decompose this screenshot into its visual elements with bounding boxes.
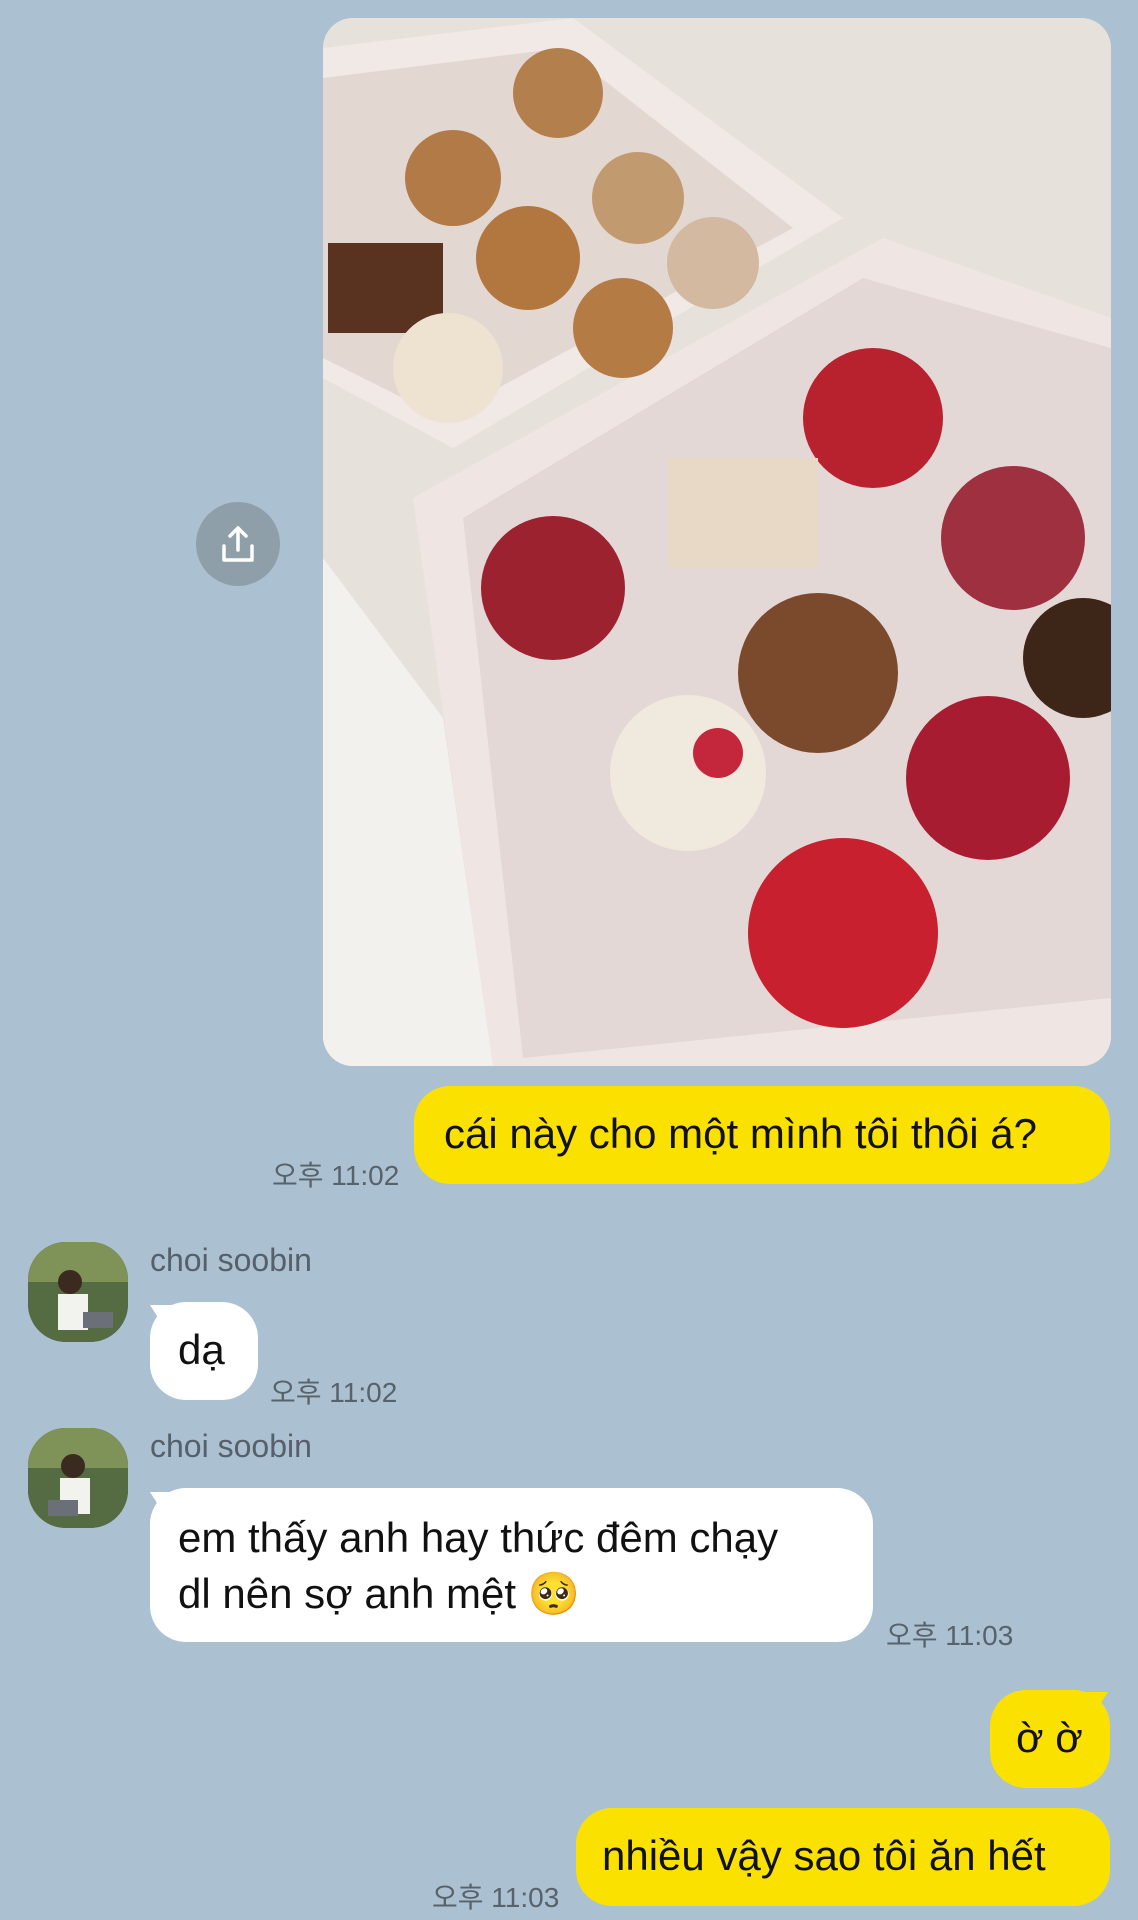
avatar[interactable] [28,1242,128,1342]
share-button[interactable] [196,502,280,586]
profile-photo [28,1242,128,1342]
message-text: cái này cho một mình tôi thôi á? [444,1110,1037,1157]
their-message-bubble[interactable]: dạ [150,1302,258,1400]
message-timestamp: 오후 11:02 [270,1377,398,1408]
message-text-line: dl nên sợ anh mệt 🥺 [178,1566,873,1622]
shared-photo[interactable] [323,18,1111,1066]
share-icon [222,526,254,562]
message-timestamp: 오후 11:03 [432,1882,560,1913]
message-text: nhiều vậy sao tôi ăn hết [602,1832,1046,1879]
message-timestamp: 오후 11:03 [886,1620,1014,1651]
avatar[interactable] [28,1428,128,1528]
sender-name: choi soobin [150,1428,312,1464]
my-message-bubble[interactable]: nhiều vậy sao tôi ăn hết [576,1808,1110,1906]
message-timestamp: 오후 11:02 [272,1160,400,1191]
message-text: dl nên sợ anh mệt [178,1570,517,1617]
message-text: dạ [178,1326,225,1373]
their-message-bubble[interactable]: em thấy anh hay thức đêm chạy dl nên sợ … [150,1488,873,1642]
pleading-face-emoji: 🥺 [527,1570,581,1617]
my-message-bubble[interactable]: cái này cho một mình tôi thôi á? [414,1086,1110,1184]
message-text: ờ ờ [1016,1714,1083,1761]
pastry-box-illustration [323,18,1111,1066]
sender-name: choi soobin [150,1242,312,1278]
profile-photo [28,1428,128,1528]
my-message-bubble[interactable]: ờ ờ [990,1690,1110,1788]
message-text-line: em thấy anh hay thức đêm chạy [178,1514,779,1561]
